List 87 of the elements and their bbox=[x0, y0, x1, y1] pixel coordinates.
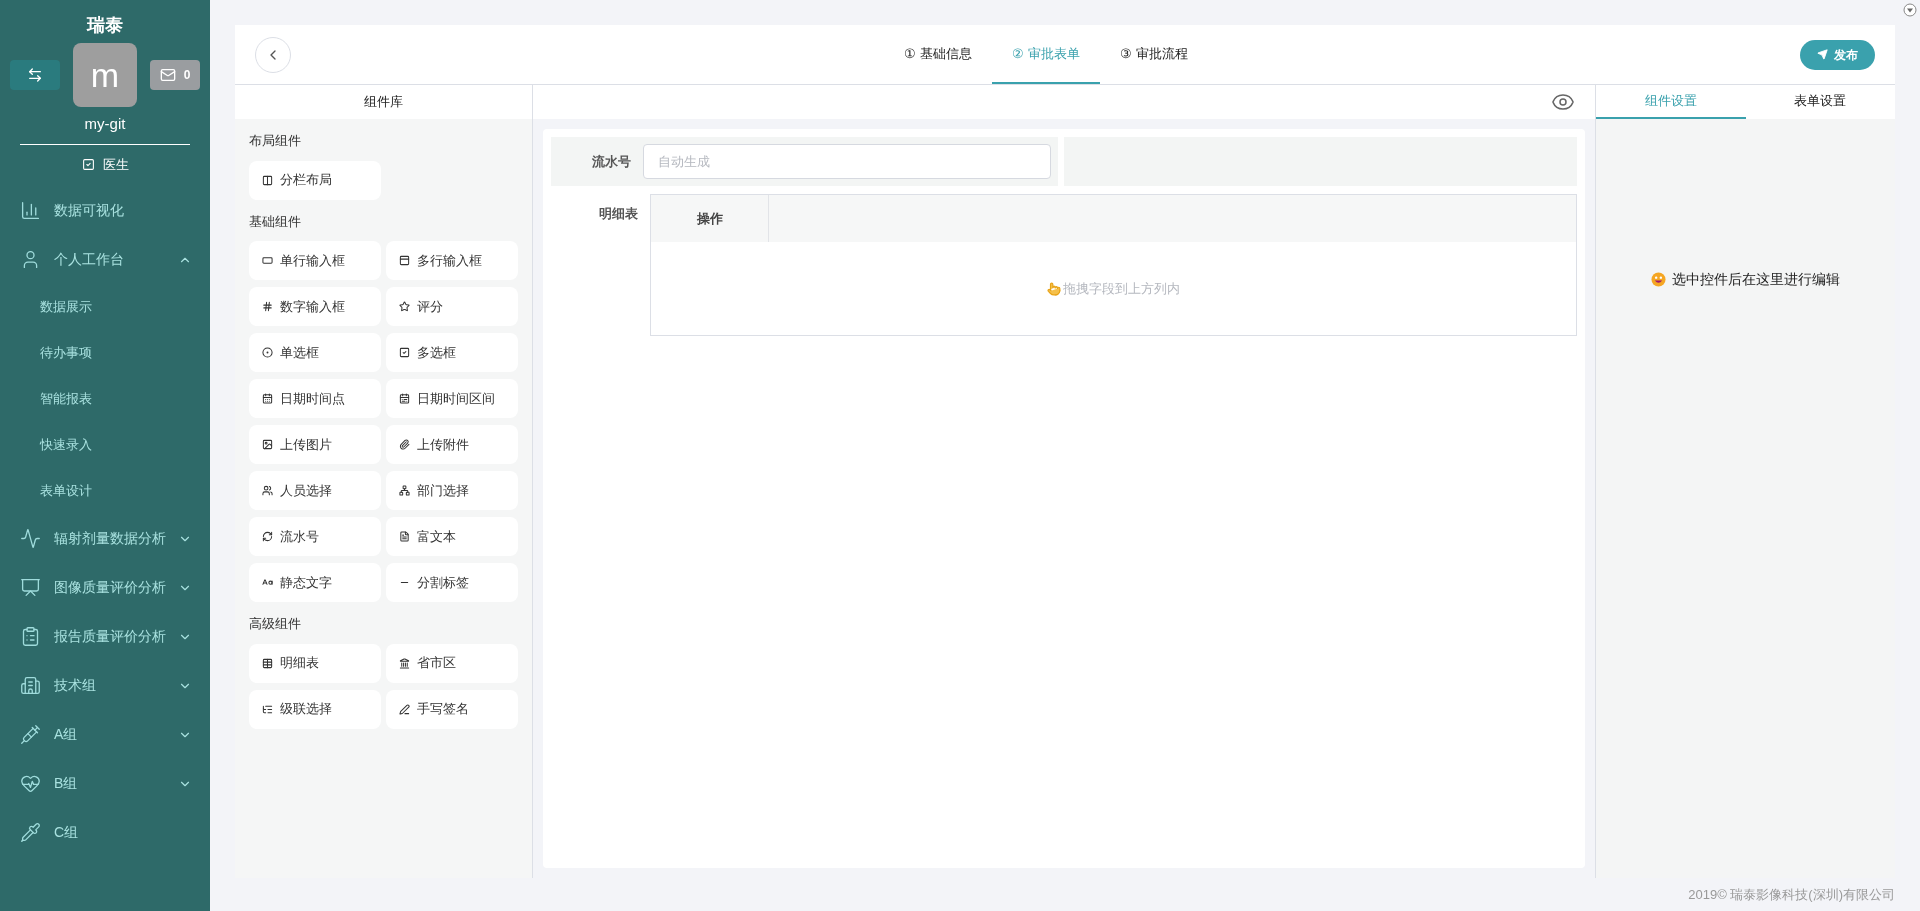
document-icon bbox=[399, 531, 410, 542]
columns-icon bbox=[262, 174, 273, 186]
menu-item[interactable]: 图像质量评价分析 bbox=[0, 563, 210, 612]
step-tab[interactable]: ③ 审批流程 bbox=[1099, 25, 1208, 84]
component-item[interactable]: 评分 bbox=[386, 287, 518, 326]
group-title: 高级组件 bbox=[249, 615, 302, 633]
refresh-icon bbox=[262, 531, 273, 542]
submenu-item[interactable]: 待办事项 bbox=[0, 330, 210, 376]
field-label: 明细表 bbox=[598, 205, 639, 223]
submenu-item[interactable]: 智能报表 bbox=[0, 376, 210, 422]
menu-item[interactable]: A组 bbox=[0, 710, 210, 759]
pipette-icon bbox=[20, 822, 41, 843]
component-item[interactable]: 流水号 bbox=[249, 517, 381, 556]
send-icon bbox=[1817, 49, 1828, 60]
swap-icon bbox=[27, 67, 43, 83]
landmark-icon bbox=[399, 657, 410, 669]
radio-icon bbox=[262, 347, 273, 358]
component-item[interactable]: 上传附件 bbox=[386, 425, 518, 464]
paperclip-icon bbox=[399, 439, 410, 450]
group-title: 基础组件 bbox=[249, 212, 302, 231]
mail-icon bbox=[159, 67, 176, 83]
image-icon bbox=[262, 439, 273, 450]
component-item[interactable]: 级联选择 bbox=[249, 689, 381, 729]
component-item[interactable]: 分割标签 bbox=[386, 563, 518, 602]
serial-input-field[interactable]: 自动生成 bbox=[643, 144, 1051, 179]
presentation-icon bbox=[20, 577, 41, 598]
text-case-icon bbox=[262, 577, 273, 588]
user-role: 医生 bbox=[102, 155, 129, 174]
group-title: 布局组件 bbox=[249, 132, 302, 150]
star-icon bbox=[399, 301, 410, 312]
users-icon bbox=[262, 485, 273, 496]
list-tree-icon bbox=[262, 703, 273, 715]
input-icon bbox=[262, 255, 273, 266]
component-item[interactable]: 部门选择 bbox=[386, 471, 518, 510]
pen-icon bbox=[399, 703, 410, 715]
menu-item[interactable]: 技术组 bbox=[0, 661, 210, 710]
component-item[interactable]: 单选框 bbox=[249, 333, 381, 372]
smiley-icon bbox=[1651, 272, 1666, 287]
component-item[interactable]: 多行输入框 bbox=[386, 241, 518, 280]
building-icon bbox=[20, 675, 41, 696]
menu-item[interactable]: 个人工作台 bbox=[0, 235, 210, 284]
bar-chart-icon bbox=[20, 200, 41, 221]
component-item[interactable]: 多选框 bbox=[386, 333, 518, 372]
calendar-icon bbox=[262, 393, 273, 404]
calendar-range-icon bbox=[399, 393, 410, 404]
component-item[interactable]: 明细表 bbox=[249, 643, 381, 683]
submenu-item[interactable]: 快速录入 bbox=[0, 422, 210, 468]
pulse-chart-icon bbox=[20, 528, 41, 549]
component-item[interactable]: 富文本 bbox=[386, 517, 518, 556]
component-item[interactable]: 单行输入框 bbox=[249, 241, 381, 280]
component-item[interactable]: 数字输入框 bbox=[249, 287, 381, 326]
component-item[interactable]: 手写签名 bbox=[386, 689, 518, 729]
component-item[interactable]: 省市区 bbox=[386, 643, 518, 683]
pointer-hand-icon bbox=[1047, 281, 1061, 296]
submenu-item[interactable]: 数据展示 bbox=[0, 284, 210, 330]
panel-title: 组件库 bbox=[235, 85, 532, 119]
clipboard-icon bbox=[20, 626, 41, 647]
menu-item[interactable]: 数据可视化 bbox=[0, 186, 210, 235]
component-item[interactable]: 人员选择 bbox=[249, 471, 381, 510]
settings-tab[interactable]: 表单设置 bbox=[1745, 85, 1895, 119]
heart-pulse-icon bbox=[20, 773, 41, 794]
org-chart-icon bbox=[399, 485, 410, 496]
field-label: 流水号 bbox=[591, 152, 632, 171]
check-icon bbox=[81, 157, 95, 171]
toggle-button[interactable] bbox=[10, 60, 60, 90]
component-item[interactable]: 分栏布局 bbox=[249, 160, 381, 200]
component-item[interactable]: 日期时间区间 bbox=[386, 379, 518, 418]
submenu-item[interactable]: 表单设计 bbox=[0, 468, 210, 514]
menu-item[interactable]: 辐射剂量数据分析 bbox=[0, 514, 210, 563]
menu-item[interactable]: 报告质量评价分析 bbox=[0, 612, 210, 661]
textarea-icon bbox=[399, 255, 410, 266]
settings-hint: 选中控件后在这里进行编辑 bbox=[1672, 270, 1840, 289]
component-item[interactable]: 上传图片 bbox=[249, 425, 381, 464]
copyright-text: 2019© 瑞泰影像科技(深圳)有限公司 bbox=[1688, 885, 1895, 904]
component-item[interactable]: 日期时间点 bbox=[249, 379, 381, 418]
menu-item[interactable]: C组 bbox=[0, 808, 210, 857]
syringe-icon bbox=[20, 724, 41, 745]
step-tab[interactable]: ① 基础信息 bbox=[883, 25, 992, 84]
user-name: my-git bbox=[83, 114, 127, 134]
brand-title: 瑞泰 bbox=[85, 14, 124, 37]
column-header: 操作 bbox=[651, 195, 769, 242]
table-icon bbox=[262, 657, 273, 669]
menu-item[interactable]: B组 bbox=[0, 759, 210, 808]
checkbox-icon bbox=[399, 347, 410, 358]
empty-hint: 拖拽字段到上方列内 bbox=[1063, 279, 1180, 298]
number-icon bbox=[262, 301, 273, 312]
component-item[interactable]: 静态文字 bbox=[249, 563, 381, 602]
